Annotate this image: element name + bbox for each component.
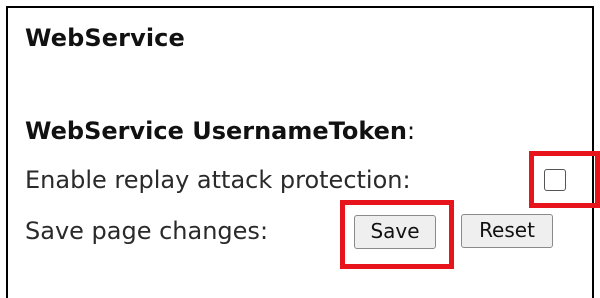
save-button-highlight-box bbox=[340, 200, 454, 269]
section-title-text: WebService UsernameToken bbox=[25, 117, 408, 145]
page-title: WebService bbox=[25, 24, 185, 52]
section-title-colon: : bbox=[407, 117, 416, 145]
reset-button[interactable]: Reset bbox=[461, 214, 553, 248]
save-changes-label: Save page changes: bbox=[25, 217, 269, 245]
checkbox-highlight-box bbox=[529, 151, 600, 208]
replay-protection-label: Enable replay attack protection: bbox=[25, 166, 411, 194]
section-title: WebService UsernameToken: bbox=[25, 117, 415, 145]
